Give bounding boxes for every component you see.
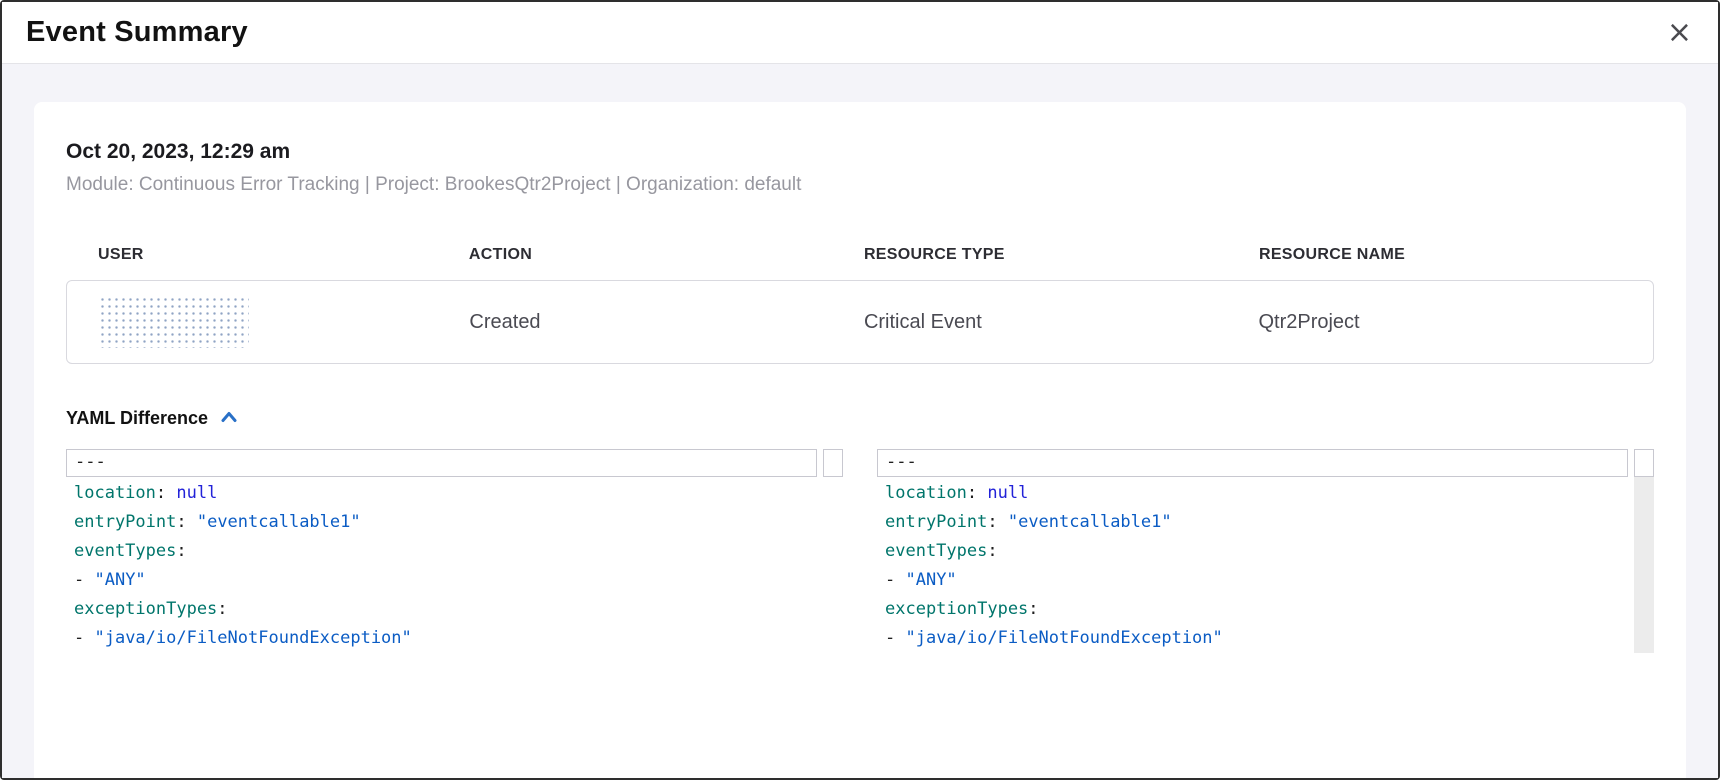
code-line: entryPoint: "eventcallable1" <box>877 508 1628 537</box>
yaml-panel-before: ---location: nullentryPoint: "eventcalla… <box>66 449 843 653</box>
code-token-string: "java/io/FileNotFoundException" <box>94 628 411 648</box>
column-header-action: ACTION <box>469 246 864 264</box>
scrollbar-track[interactable] <box>823 449 843 653</box>
code-token-string: "ANY" <box>94 570 145 590</box>
code-line: eventTypes: <box>66 537 817 566</box>
code-token-plain: : <box>987 541 997 561</box>
code-token-plain: : <box>217 599 227 619</box>
code-token-plain: --- <box>75 452 106 472</box>
code-token-plain: : <box>176 541 186 561</box>
code-token-plain: - <box>885 570 905 590</box>
code-line: - "ANY" <box>66 566 817 595</box>
yaml-difference-header: YAML Difference <box>66 408 1654 429</box>
code-line: - "java/io/FileNotFoundException" <box>66 624 817 653</box>
yaml-difference-label: YAML Difference <box>66 408 208 429</box>
column-header-resource-type: RESOURCE TYPE <box>864 246 1259 264</box>
code-token-string: "ANY" <box>905 570 956 590</box>
modal-body: Oct 20, 2023, 12:29 am Module: Continuou… <box>2 64 1718 778</box>
code-token-key: location <box>74 483 156 503</box>
collapse-toggle[interactable] <box>218 408 240 429</box>
code-token-key: location <box>885 483 967 503</box>
table-header-row: USER ACTION RESOURCE TYPE RESOURCE NAME <box>66 246 1654 264</box>
event-summary-modal: { "modal": { "title": "Event Summary", "… <box>0 0 1720 780</box>
scrollbar-thumb[interactable] <box>1634 449 1654 477</box>
code-token-plain: : <box>176 512 196 532</box>
code-token-key: exceptionTypes <box>885 599 1028 619</box>
code-line: location: null <box>877 479 1628 508</box>
code-token-string: "eventcallable1" <box>1008 512 1172 532</box>
code-token-plain: - <box>885 628 905 648</box>
modal-header: Event Summary × <box>2 2 1718 64</box>
code-token-key: exceptionTypes <box>74 599 217 619</box>
resource-name-cell: Qtr2Project <box>1258 311 1653 334</box>
close-icon[interactable]: × <box>1667 18 1692 48</box>
column-header-user: USER <box>66 246 469 264</box>
code-line: - "ANY" <box>877 566 1628 595</box>
chevron-up-icon <box>220 410 238 427</box>
page-title: Event Summary <box>26 16 248 49</box>
yaml-panel-after: ---location: nullentryPoint: "eventcalla… <box>877 449 1654 653</box>
code-token-key: entryPoint <box>74 512 176 532</box>
code-token-plain: - <box>74 570 94 590</box>
event-card: Oct 20, 2023, 12:29 am Module: Continuou… <box>34 102 1686 778</box>
table-row: Created Critical Event Qtr2Project <box>66 280 1654 364</box>
code-lines: ---location: nullentryPoint: "eventcalla… <box>877 449 1628 653</box>
event-timestamp: Oct 20, 2023, 12:29 am <box>66 140 1654 164</box>
code-token-plain: : <box>1028 599 1038 619</box>
code-token-string: "eventcallable1" <box>197 512 361 532</box>
code-token-plain: : <box>156 483 176 503</box>
code-token-plain: --- <box>886 452 917 472</box>
code-lines: ---location: nullentryPoint: "eventcalla… <box>66 449 817 653</box>
code-line: entryPoint: "eventcallable1" <box>66 508 817 537</box>
code-token-key: eventTypes <box>74 541 176 561</box>
scrollbar-track[interactable] <box>1634 449 1654 653</box>
redacted-user-avatar <box>99 296 249 348</box>
event-meta: Module: Continuous Error Tracking | Proj… <box>66 174 1654 196</box>
yaml-diff-container: ---location: nullentryPoint: "eventcalla… <box>66 449 1654 653</box>
code-line: --- <box>877 449 1628 477</box>
code-line: --- <box>66 449 817 477</box>
code-line: location: null <box>66 479 817 508</box>
code-token-null: null <box>176 483 217 503</box>
code-line: - "java/io/FileNotFoundException" <box>877 624 1628 653</box>
code-token-plain: : <box>967 483 987 503</box>
user-cell <box>67 296 469 348</box>
code-token-null: null <box>987 483 1028 503</box>
resource-type-cell: Critical Event <box>864 311 1259 334</box>
code-line: exceptionTypes: <box>877 595 1628 624</box>
column-header-resource-name: RESOURCE NAME <box>1259 246 1654 264</box>
code-line: eventTypes: <box>877 537 1628 566</box>
code-token-key: eventTypes <box>885 541 987 561</box>
code-line: exceptionTypes: <box>66 595 817 624</box>
code-token-plain: - <box>74 628 94 648</box>
code-token-string: "java/io/FileNotFoundException" <box>905 628 1222 648</box>
action-cell: Created <box>469 311 864 334</box>
scrollbar-thumb[interactable] <box>823 449 843 477</box>
code-token-plain: : <box>987 512 1007 532</box>
code-token-key: entryPoint <box>885 512 987 532</box>
